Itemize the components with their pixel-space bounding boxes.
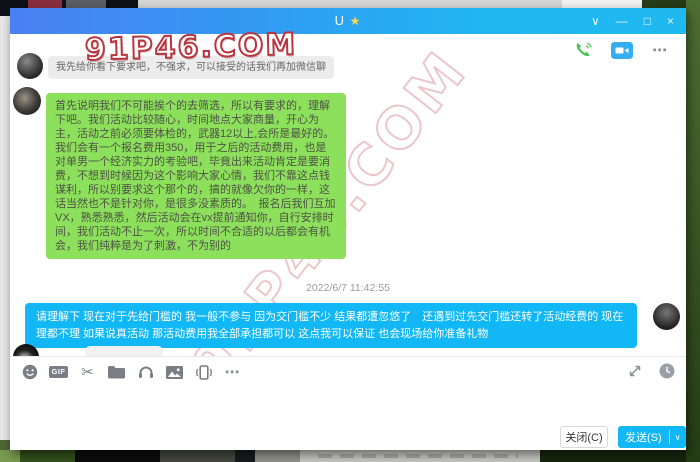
more-dots-icon: ⋯ [652, 41, 668, 59]
peer-avatar[interactable] [17, 53, 43, 79]
window-controls: ∨ — □ × [591, 8, 674, 34]
audio-message-button[interactable] [136, 363, 155, 381]
message-bubble-received: 首先说明我们不可能挨个的去筛选，所以有要求的，理解下吧。我们活动比较随心，时间地… [46, 93, 346, 259]
background-grass [0, 450, 20, 462]
chat-more-button[interactable]: ⋯ [648, 40, 672, 60]
message-timestamp: 2022/6/7 11:42:55 [10, 282, 686, 294]
message-bubble-received: 我先给你看下要求吧，不强求，可以接受的话我们再加微信聊 [48, 56, 334, 79]
background-window-edge [0, 16, 10, 440]
send-options-button[interactable]: ∨ [670, 433, 686, 442]
picture-icon [166, 366, 183, 379]
background-window-fragment [75, 448, 160, 462]
chat-header-actions: ⋯ [572, 40, 672, 60]
background-grass [20, 450, 75, 462]
video-camera-icon [611, 42, 633, 59]
self-avatar[interactable] [653, 303, 680, 330]
expand-arrows-icon [627, 363, 643, 379]
window-shake-button[interactable] [194, 363, 213, 381]
input-panel: GIF ✂ [10, 356, 686, 450]
minimize-button[interactable]: — [616, 15, 628, 27]
background-grass-edge [686, 0, 700, 462]
peer-avatar[interactable] [13, 87, 41, 115]
gif-button[interactable]: GIF [49, 363, 68, 381]
send-button-label: 发送(S) [618, 429, 669, 445]
send-image-button[interactable] [165, 363, 184, 381]
voice-call-button[interactable] [572, 40, 596, 60]
background-icon [235, 448, 255, 462]
background-window-fragment [300, 449, 540, 462]
gif-icon: GIF [49, 366, 68, 378]
smiley-icon [22, 364, 38, 380]
message-bubble-sent: 请理解下 现在对于先给门槛的 我一般不参与 因为交门槛不少 结果都遭忽悠了 还遇… [25, 303, 637, 348]
close-chat-button[interactable]: 关闭(C) [560, 426, 608, 448]
background-grass [540, 450, 700, 462]
headset-icon [138, 365, 154, 379]
clock-icon [659, 363, 675, 379]
qq-chat-window: U ★ ∨ — □ × 91P46.COM 91P46.COM ⋯ [10, 8, 686, 450]
star-icon: ★ [350, 14, 362, 28]
expand-input-button[interactable] [625, 362, 644, 380]
message-input[interactable] [10, 389, 686, 425]
background-window-fragment [160, 450, 235, 462]
background-taskbar [0, 450, 700, 462]
window-title-text: U [335, 13, 345, 28]
titlebar-menu-button[interactable]: ∨ [591, 15, 600, 27]
window-title: U ★ [335, 13, 362, 28]
more-tools-button[interactable]: ⋯ [223, 363, 242, 381]
background-window-fragment [255, 450, 300, 462]
emoji-button[interactable] [20, 363, 39, 381]
chat-toolbar: GIF ✂ [20, 363, 242, 381]
phone-icon [574, 41, 594, 59]
screenshot-button[interactable]: ✂ [78, 363, 97, 381]
send-button[interactable]: 发送(S) ∨ [618, 426, 686, 448]
close-window-button[interactable]: × [667, 15, 674, 27]
toolbar-right [625, 362, 676, 380]
video-call-button[interactable] [610, 40, 634, 60]
message-history-button[interactable] [657, 362, 676, 380]
titlebar[interactable]: U ★ ∨ — □ × [10, 8, 686, 34]
folder-icon [108, 365, 125, 379]
shake-phone-icon [195, 365, 213, 380]
scissors-icon: ✂ [81, 365, 94, 380]
more-dots-icon: ⋯ [225, 363, 241, 381]
send-file-button[interactable] [107, 363, 126, 381]
maximize-button[interactable]: □ [644, 15, 651, 27]
